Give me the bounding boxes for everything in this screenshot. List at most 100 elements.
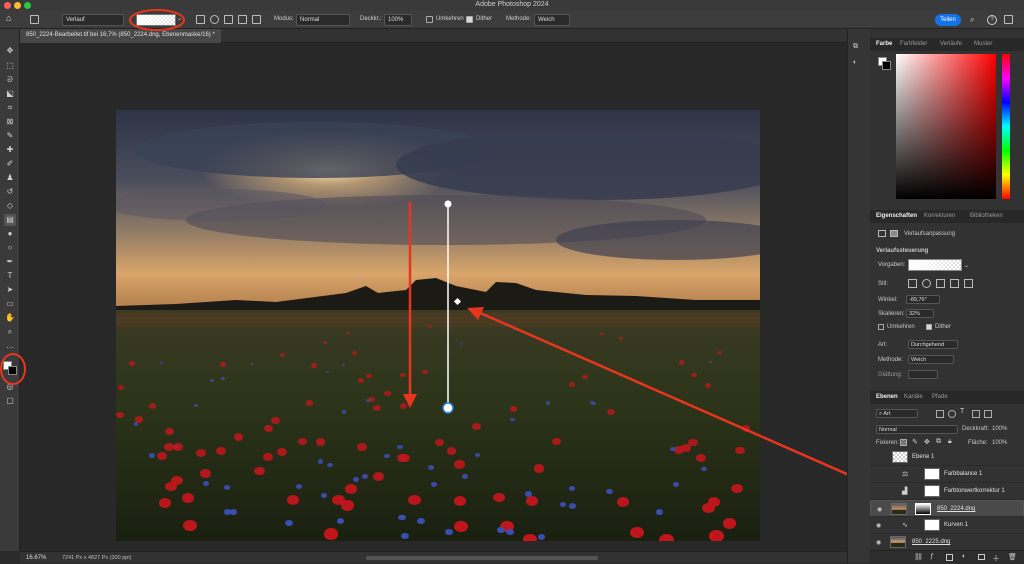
hue-slider[interactable] <box>1002 54 1010 199</box>
layer-mask-thumbnail-active[interactable] <box>915 503 931 515</box>
linear-style-icon[interactable] <box>908 279 917 288</box>
tab-color[interactable]: Farbe <box>876 41 892 47</box>
annotation-arrow-diagonal <box>477 310 907 502</box>
panel-dock-strip: ⧉ ◐ <box>847 29 870 563</box>
layer-row[interactable]: ◉ ∿ Kurven 1 <box>870 517 1024 534</box>
type-label: Art: <box>878 342 888 348</box>
lock-position-icon[interactable]: ✥ <box>924 438 930 446</box>
layer-name: Farbtonwertkorrektur 1 <box>944 488 1005 494</box>
history-panel-icon[interactable]: ⧉ <box>853 43 865 53</box>
angle-field[interactable]: -89,76° <box>906 295 940 304</box>
document-info[interactable]: 7241 Px x 4827 Px (300 ppi) <box>62 555 131 561</box>
lock-all-icon[interactable]: 🔒︎ <box>948 438 952 446</box>
chevron-down-icon[interactable]: ⌄ <box>964 262 969 269</box>
tab-patterns[interactable]: Muster <box>974 41 992 47</box>
lock-pixels-icon[interactable]: ✎ <box>912 438 918 446</box>
angle-style-icon[interactable] <box>936 279 945 288</box>
dither-label-props: Dither <box>935 324 952 330</box>
right-panels: Farbe Farbfelder Verläufe Muster Eigensc… <box>870 29 1024 563</box>
reverse-label-props: Umkehren <box>887 324 915 330</box>
eye-icon[interactable]: ◉ <box>876 539 883 546</box>
layer-row[interactable]: Ebene 1 <box>870 449 1024 466</box>
layer-thumbnail <box>891 503 907 515</box>
type-select[interactable]: Durchgehend <box>908 340 958 349</box>
new-adjustment-icon[interactable]: ◐ <box>962 553 966 560</box>
zoom-level[interactable]: 16.67% <box>26 555 46 561</box>
link-layers-icon[interactable]: ⛓ <box>914 553 923 561</box>
eye-icon[interactable]: ◉ <box>876 522 883 529</box>
gradient-fill-icon <box>878 230 886 237</box>
color-field[interactable] <box>896 54 996 199</box>
curves-adjustment-icon: ∿ <box>902 522 908 529</box>
smooth-label: Glättung: <box>878 372 903 378</box>
gradient-end-handle[interactable] <box>442 402 454 414</box>
fill-label: Fläche: <box>968 440 988 446</box>
annotation-arrowhead-down <box>403 394 417 408</box>
blend-mode-select[interactable]: Normal <box>876 425 958 434</box>
filter-shape-icon[interactable] <box>972 410 980 418</box>
method-select-props[interactable]: Weich <box>908 355 954 364</box>
eye-icon[interactable]: ◉ <box>877 506 884 513</box>
preset-gradient-preview[interactable] <box>908 259 962 271</box>
add-mask-icon[interactable] <box>946 554 953 561</box>
lock-transparency-icon[interactable] <box>900 439 907 446</box>
layers-panel-tabs: Ebenen Kanäle Pfade <box>870 391 1024 404</box>
scale-field[interactable]: 32% <box>906 309 934 318</box>
smooth-field[interactable] <box>908 370 938 379</box>
layer-mask-thumbnail[interactable] <box>924 485 940 497</box>
annotation-circle-colors <box>0 353 26 385</box>
method-label-props: Methode: <box>878 357 904 363</box>
diamond-style-icon[interactable] <box>964 279 973 288</box>
tab-channels[interactable]: Kanäle <box>904 394 923 400</box>
gradient-midpoint-handle[interactable] <box>453 297 462 306</box>
filter-type-icon[interactable]: T <box>960 408 964 415</box>
layer-name: 850_2225.dng <box>912 539 951 545</box>
preset-label: Vorgaben: <box>878 262 906 268</box>
gradient-start-handle[interactable] <box>444 200 452 208</box>
layer-name: Kurven 1 <box>944 522 969 528</box>
lock-label: Fixieren: <box>876 440 900 446</box>
layer-opacity-label: Deckkraft: <box>962 426 990 432</box>
dither-checkbox-props[interactable] <box>926 324 932 330</box>
tab-paths[interactable]: Pfade <box>932 394 948 400</box>
panel-background-swatch[interactable] <box>882 61 891 70</box>
filter-smart-object-icon[interactable] <box>984 410 992 418</box>
gradient-controls-heading[interactable]: Verlaufssteuerung <box>876 248 928 254</box>
mask-icon[interactable] <box>890 230 898 237</box>
properties-panel-tabs: Eigenschaften Korrekturen Bibliotheken <box>870 210 1024 223</box>
tab-properties[interactable]: Eigenschaften <box>876 213 917 219</box>
layer-mask-thumbnail[interactable] <box>924 468 940 480</box>
tab-swatches[interactable]: Farbfelder <box>900 41 927 47</box>
delete-layer-icon[interactable]: 🗑︎ <box>1008 553 1017 561</box>
layer-filter-select[interactable]: ⌕ Art <box>876 409 918 418</box>
layer-row[interactable]: ⚖ Farbbalance 1 <box>870 466 1024 483</box>
radial-style-icon[interactable] <box>922 279 931 288</box>
reverse-checkbox-props[interactable] <box>878 324 884 330</box>
new-group-icon[interactable] <box>978 554 985 560</box>
annotation-circle-gradient <box>129 9 185 31</box>
layer-name: 850_2224.dng <box>937 506 976 512</box>
new-layer-icon[interactable]: ＋ <box>992 553 1000 564</box>
tab-layers[interactable]: Ebenen <box>876 394 898 400</box>
layer-style-icon[interactable]: ƒ <box>930 553 934 560</box>
layer-thumbnail <box>892 451 908 463</box>
horizontal-scrollbar[interactable] <box>366 556 598 560</box>
layer-row-selected[interactable]: ◉ 850_2224.dng <box>870 500 1024 517</box>
fill-value[interactable]: 100% <box>992 440 1007 446</box>
adjustments-panel-icon[interactable]: ◐ <box>853 59 865 69</box>
levels-adjustment-icon: ▟ <box>902 488 908 495</box>
tab-gradients[interactable]: Verläufe <box>940 41 962 47</box>
layer-name: Ebene 1 <box>912 454 935 460</box>
lock-artboard-icon[interactable]: ⧉ <box>936 438 941 446</box>
filter-adjustment-icon[interactable] <box>948 410 956 418</box>
layer-row[interactable]: ◉ 850_2225.dng <box>870 534 1024 551</box>
layer-mask-thumbnail[interactable] <box>924 519 940 531</box>
tab-libraries[interactable]: Bibliotheken <box>970 213 1003 219</box>
layer-row[interactable]: ▟ Farbtonwertkorrektur 1 <box>870 483 1024 500</box>
tab-adjustments[interactable]: Korrekturen <box>924 213 955 219</box>
layer-name: Farbbalance 1 <box>944 471 983 477</box>
layer-opacity-value[interactable]: 100% <box>992 426 1007 432</box>
layers-footer: ⛓ ƒ ◐ ＋ 🗑︎ <box>870 550 1024 563</box>
reflected-style-icon[interactable] <box>950 279 959 288</box>
filter-pixel-icon[interactable] <box>936 410 944 418</box>
